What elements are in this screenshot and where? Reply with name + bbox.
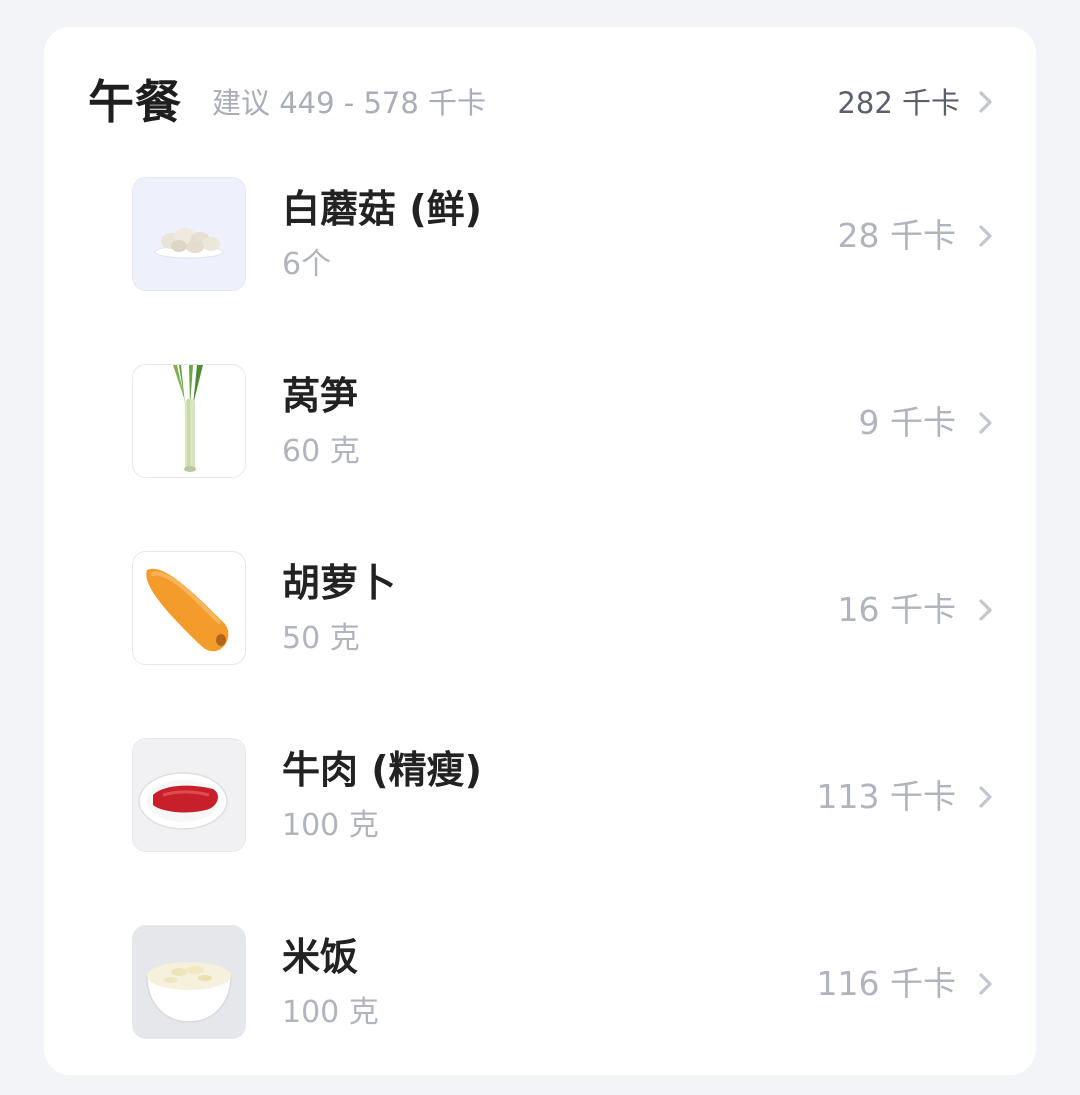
food-item[interactable]: 米饭 100 克 116 千卡 xyxy=(88,925,998,1041)
food-amount: 100 克 xyxy=(282,808,379,843)
food-calories: 28 千卡 xyxy=(837,216,956,255)
food-name: 莴笋 xyxy=(282,374,359,418)
rice-image xyxy=(132,925,246,1039)
food-amount: 6个 xyxy=(282,247,332,282)
chevron-right-icon xyxy=(972,89,998,115)
mushroom-image xyxy=(132,177,246,291)
food-item[interactable]: 莴笋 60 克 9 千卡 xyxy=(88,364,998,480)
meal-total-calories: 282 千卡 xyxy=(837,86,960,120)
lunch-card: 午餐 建议 449 - 578 千卡 282 千卡 白蘑菇 (鲜) 6个 28 … xyxy=(44,27,1036,1075)
food-item[interactable]: 牛肉 (精瘦) 100 克 113 千卡 xyxy=(88,738,998,854)
chevron-right-icon xyxy=(972,223,998,249)
food-calories: 9 千卡 xyxy=(858,403,957,442)
chevron-right-icon xyxy=(972,597,998,623)
beef-image xyxy=(132,738,246,852)
food-calories: 16 千卡 xyxy=(837,590,956,629)
carrot-image xyxy=(132,551,246,665)
meal-title: 午餐 xyxy=(88,75,182,129)
food-name: 米饭 xyxy=(282,935,359,979)
food-name: 牛肉 (精瘦) xyxy=(282,748,482,792)
food-item[interactable]: 白蘑菇 (鲜) 6个 28 千卡 xyxy=(88,177,998,293)
chevron-right-icon xyxy=(972,784,998,810)
meal-header[interactable]: 午餐 建议 449 - 578 千卡 282 千卡 xyxy=(88,75,998,129)
food-amount: 50 克 xyxy=(282,621,360,656)
chevron-right-icon xyxy=(972,971,998,997)
calorie-suggestion: 建议 449 - 578 千卡 xyxy=(212,86,487,120)
chevron-right-icon xyxy=(972,410,998,436)
food-calories: 116 千卡 xyxy=(816,964,956,1003)
food-calories: 113 千卡 xyxy=(816,777,956,816)
food-item[interactable]: 胡萝卜 50 克 16 千卡 xyxy=(88,551,998,667)
lettuce-stem-image xyxy=(132,364,246,478)
food-name: 白蘑菇 (鲜) xyxy=(282,187,482,231)
food-amount: 100 克 xyxy=(282,995,379,1030)
food-name: 胡萝卜 xyxy=(282,561,397,605)
food-amount: 60 克 xyxy=(282,434,360,469)
